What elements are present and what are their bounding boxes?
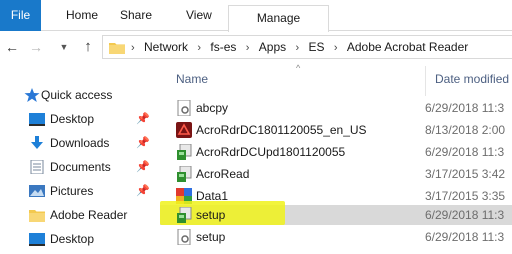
- tab-file[interactable]: File: [0, 0, 41, 31]
- pictures-icon: [29, 185, 45, 197]
- file-name: setup: [196, 208, 226, 222]
- address-row: ← → ▼ ↑ › Network › fs-es › Apps › ES › …: [0, 32, 512, 62]
- file-date: 6/29/2018 11:3: [425, 145, 505, 159]
- chevron-right-icon[interactable]: ›: [131, 37, 135, 59]
- chevron-right-icon[interactable]: ›: [246, 37, 250, 59]
- nav-item-desktop[interactable]: Desktop: [0, 228, 158, 250]
- file-name: AcroRdrDCUpd1801120055: [196, 145, 346, 159]
- tab-home[interactable]: Home: [66, 0, 98, 31]
- forward-arrow-icon[interactable]: →: [28, 38, 44, 56]
- file-date: 6/29/2018 11:3: [425, 230, 505, 244]
- download-icon: [31, 136, 43, 149]
- chevron-down-icon[interactable]: ▼: [58, 38, 70, 56]
- nav-label: Desktop: [50, 112, 95, 126]
- navigation-pane: Quick access Desktop 📌 Downloads 📌 Docum…: [0, 62, 160, 254]
- file-row[interactable]: AcroRdrDC1801120055_en_US 8/13/2018 2:00: [160, 120, 512, 140]
- nav-label: Quick access: [41, 88, 113, 102]
- pin-icon[interactable]: 📌: [136, 180, 150, 202]
- column-header-date-modified[interactable]: Date modified: [435, 72, 509, 86]
- nav-label: Documents: [50, 160, 111, 174]
- tab-view[interactable]: View: [186, 0, 212, 31]
- file-date: 8/13/2018 2:00: [425, 123, 506, 137]
- file-list: ^ Name Date modified abcpy 6/29/2018 11:…: [160, 62, 512, 254]
- file-date: 6/29/2018 11:3: [425, 101, 505, 115]
- file-date: 3/17/2015 3:35: [425, 189, 506, 203]
- nav-item-adobe-reader[interactable]: Adobe Reader: [0, 204, 158, 226]
- crumb-fs-es[interactable]: fs-es: [210, 36, 236, 58]
- chevron-right-icon[interactable]: ›: [334, 37, 338, 59]
- address-bar[interactable]: › Network › fs-es › Apps › ES › Adobe Ac…: [102, 35, 512, 59]
- nav-label: Desktop: [50, 232, 95, 246]
- breadcrumb: › Network › fs-es › Apps › ES › Adobe Ac…: [131, 36, 468, 58]
- column-divider[interactable]: [425, 66, 426, 96]
- pin-icon[interactable]: 📌: [136, 132, 150, 154]
- crumb-adobe-acrobat-reader[interactable]: Adobe Acrobat Reader: [347, 36, 468, 58]
- column-header-name[interactable]: Name: [176, 72, 208, 86]
- pin-icon[interactable]: 📌: [136, 108, 150, 130]
- file-name: AcroRead: [196, 167, 250, 181]
- crumb-es[interactable]: ES: [308, 36, 324, 58]
- file-row[interactable]: abcpy 6/29/2018 11:3: [160, 98, 512, 118]
- file-row[interactable]: setup 6/29/2018 11:3: [160, 227, 512, 247]
- file-gear-icon: [177, 229, 191, 245]
- folder-icon: [109, 43, 125, 54]
- nav-label: Pictures: [50, 184, 94, 198]
- chevron-right-icon[interactable]: ›: [197, 37, 201, 59]
- file-row[interactable]: AcroRdrDCUpd1801120055 6/29/2018 11:3: [160, 142, 512, 162]
- nav-label: Downloads: [50, 136, 110, 150]
- ribbon: File Home Share View Manage: [0, 0, 512, 32]
- file-name: AcroRdrDC1801120055_en_US: [196, 123, 367, 137]
- desktop-icon: [29, 113, 45, 126]
- file-name: setup: [196, 230, 226, 244]
- chevron-right-icon[interactable]: ›: [295, 37, 299, 59]
- file-row-label[interactable]: setup: [160, 205, 512, 225]
- nav-item-downloads[interactable]: Downloads 📌: [0, 132, 158, 154]
- up-arrow-icon[interactable]: ↑: [80, 38, 96, 56]
- crumb-network[interactable]: Network: [144, 36, 188, 58]
- documents-icon: [30, 160, 44, 174]
- tab-manage[interactable]: Manage: [228, 5, 329, 32]
- nav-item-desktop[interactable]: Desktop 📌: [0, 108, 158, 130]
- nav-quick-access[interactable]: Quick access: [0, 84, 158, 106]
- acrobat-icon: [176, 122, 192, 138]
- installer-icon: [177, 207, 192, 223]
- file-name: abcpy: [196, 101, 229, 115]
- file-date: 3/17/2015 3:42: [425, 167, 506, 181]
- folder-icon: [29, 210, 45, 222]
- back-arrow-icon[interactable]: ←: [4, 38, 20, 56]
- sort-arrow-icon: ^: [296, 63, 301, 73]
- crumb-apps[interactable]: Apps: [259, 36, 286, 58]
- desktop-icon: [29, 233, 45, 246]
- installer-icon: [177, 144, 192, 160]
- installer-icon: [177, 166, 192, 182]
- file-row[interactable]: AcroRead 3/17/2015 3:42: [160, 164, 512, 184]
- nav-item-pictures[interactable]: Pictures 📌: [0, 180, 158, 202]
- nav-label: Adobe Reader: [50, 208, 128, 222]
- pin-icon[interactable]: 📌: [136, 156, 150, 178]
- tab-share[interactable]: Share: [120, 0, 152, 31]
- file-gear-icon: [177, 100, 191, 116]
- star-icon: [24, 88, 40, 102]
- nav-item-documents[interactable]: Documents 📌: [0, 156, 158, 178]
